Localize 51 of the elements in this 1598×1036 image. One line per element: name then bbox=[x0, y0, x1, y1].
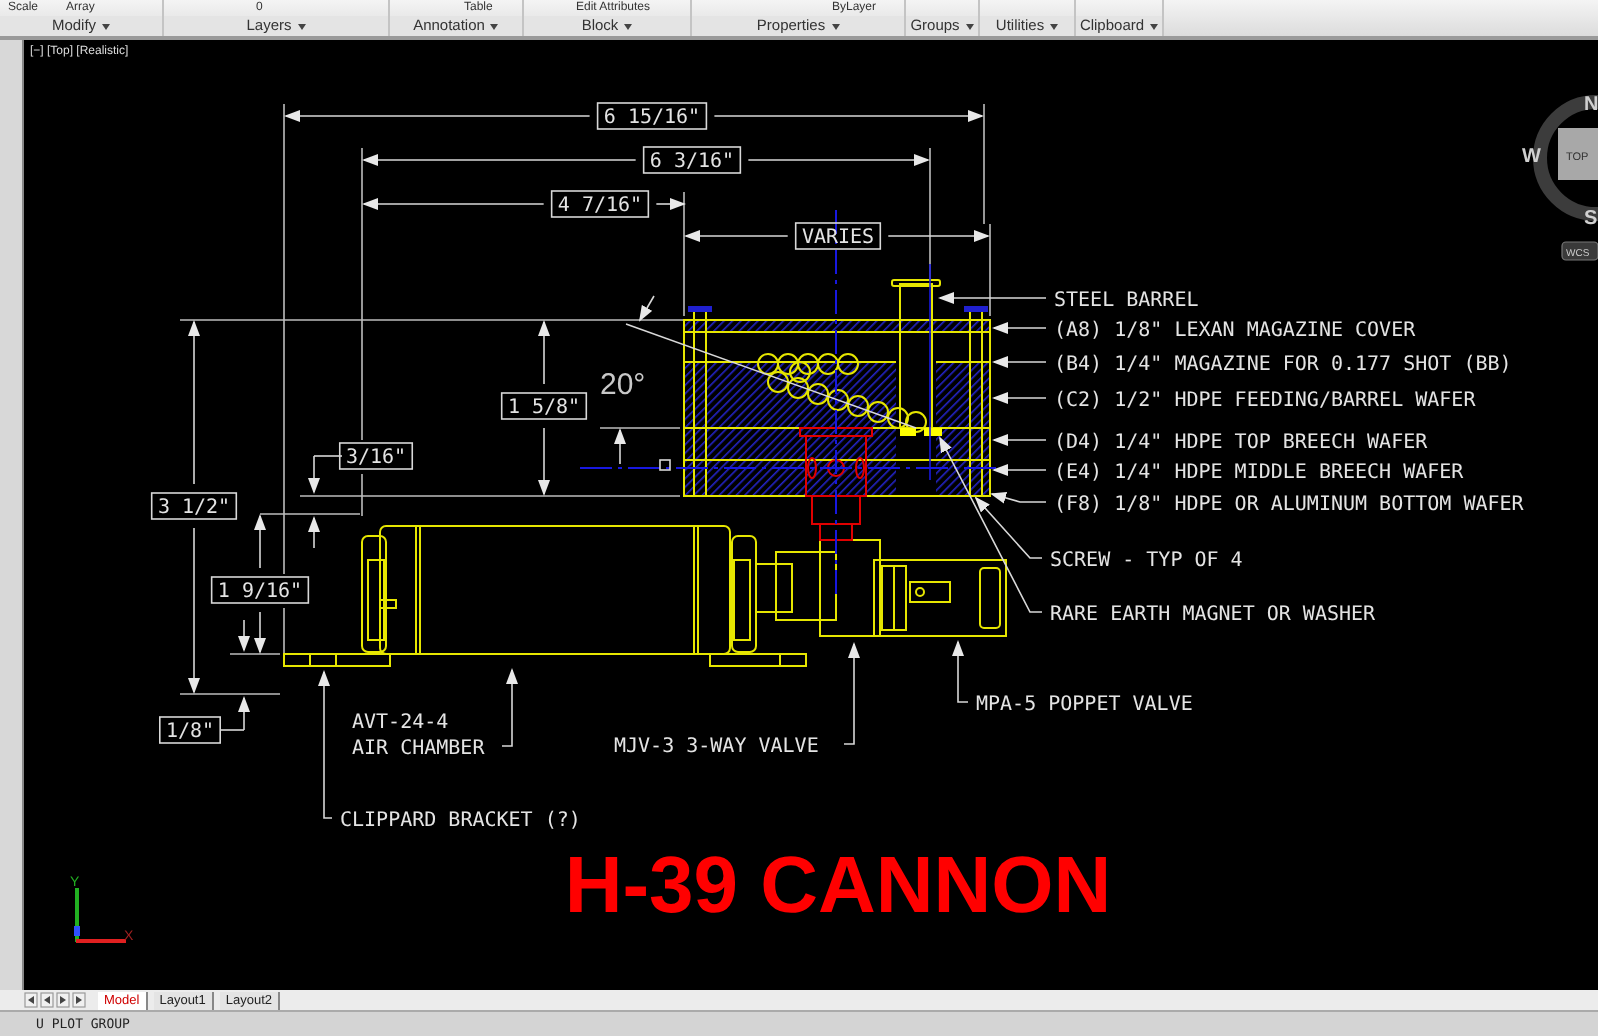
leader-line bbox=[992, 356, 1047, 368]
dimension-label: 3/16" bbox=[338, 442, 414, 470]
callout-label: RARE EARTH MAGNET OR WASHER bbox=[1050, 604, 1376, 626]
callout-label: (E4) 1/4" HDPE MIDDLE BREECH WAFER bbox=[1054, 462, 1464, 484]
leader-line bbox=[938, 292, 1047, 304]
tab-scroll-icon[interactable] bbox=[56, 992, 70, 1008]
callout-label: (C2) 1/2" HDPE FEEDING/BARREL WAFER bbox=[1054, 390, 1476, 412]
callout-label: MPA-5 POPPET VALVE bbox=[976, 694, 1193, 716]
callout-label: CLIPPARD BRACKET (?) bbox=[340, 810, 581, 832]
callout-label: (F8) 1/8" HDPE OR ALUMINUM BOTTOM WAFER bbox=[1054, 494, 1524, 516]
tab-scroll-icon[interactable] bbox=[72, 992, 86, 1008]
dimension-label: 1/8" bbox=[159, 716, 221, 744]
leader-line bbox=[992, 322, 1047, 334]
tab-scroll-icon[interactable] bbox=[40, 992, 54, 1008]
caret-icon[interactable] bbox=[831, 23, 840, 29]
dimension-label: 6 15/16" bbox=[596, 102, 708, 130]
callout-label: SCREW - TYP OF 4 bbox=[1050, 550, 1243, 572]
callout-label: STEEL BARREL bbox=[1054, 290, 1199, 312]
tab-scroll-icon[interactable] bbox=[24, 992, 38, 1008]
dimension-label: 1 5/8" bbox=[500, 392, 588, 420]
leader-line bbox=[992, 392, 1047, 404]
ucs-axes-icon bbox=[74, 888, 126, 943]
callout-label: (A8) 1/8" LEXAN MAGAZINE COVER bbox=[1054, 320, 1416, 342]
dimension-line bbox=[308, 455, 343, 549]
angle-label: 20° bbox=[600, 368, 646, 402]
caret-icon[interactable] bbox=[297, 23, 306, 29]
callout-label: AVT-24-4 AIR CHAMBER bbox=[352, 712, 485, 760]
compass-letter[interactable]: N bbox=[1584, 94, 1598, 116]
dimension-line bbox=[219, 619, 250, 731]
caret-icon[interactable] bbox=[1150, 23, 1159, 29]
callout-label: MJV-3 3-WAY VALVE bbox=[614, 736, 819, 758]
caret-icon[interactable] bbox=[490, 23, 499, 29]
angle-arrow bbox=[614, 428, 626, 465]
leader-line bbox=[952, 640, 969, 703]
caret-icon[interactable] bbox=[624, 23, 633, 29]
dimension-label: 6 3/16" bbox=[642, 146, 742, 174]
caret-icon[interactable] bbox=[1050, 23, 1059, 29]
caret-icon[interactable] bbox=[102, 23, 111, 29]
compass-letter[interactable]: S bbox=[1584, 208, 1598, 230]
compass-letter[interactable]: W bbox=[1522, 146, 1541, 168]
dimension-label: 3 1/2" bbox=[150, 492, 238, 520]
callout-label: (B4) 1/4" MAGAZINE FOR 0.177 SHOT (BB) bbox=[1054, 354, 1512, 376]
callout-label: (D4) 1/4" HDPE TOP BREECH WAFER bbox=[1054, 432, 1428, 454]
leader-line bbox=[501, 668, 518, 747]
angle-arrow bbox=[639, 295, 655, 322]
caret-icon[interactable] bbox=[965, 23, 974, 29]
dimension-label: 4 7/16" bbox=[550, 190, 650, 218]
drawing-title: H-39 CANNON bbox=[564, 842, 1112, 930]
dimension-label: VARIES bbox=[794, 222, 882, 250]
dimension-label: 1 9/16" bbox=[210, 576, 310, 604]
leader-line bbox=[843, 642, 860, 745]
